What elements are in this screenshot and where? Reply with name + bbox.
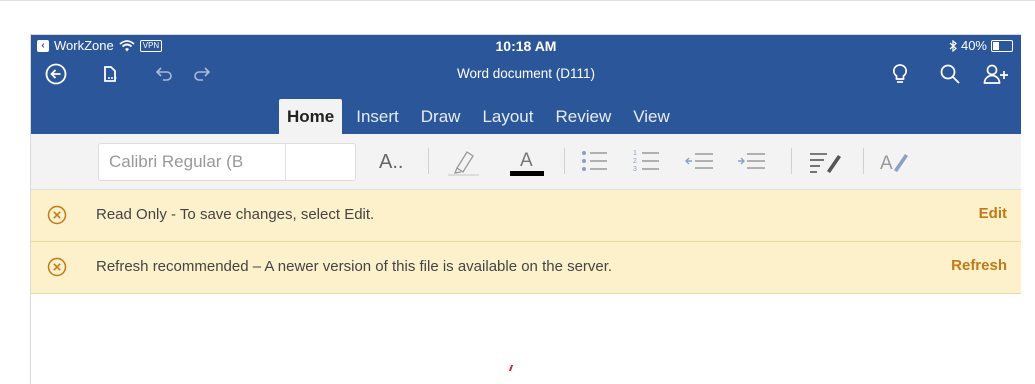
banner-message: Read Only - To save changes, select Edit… (96, 206, 375, 223)
share-person-icon[interactable] (983, 61, 1009, 87)
screen: ‹ WorkZone VPN 10:18 AM 40% Word documen… (0, 0, 1035, 384)
tab-review[interactable]: Review (547, 99, 619, 134)
decrease-indent-icon[interactable] (683, 146, 715, 178)
status-bar: ‹ WorkZone VPN 10:18 AM 40% (31, 35, 1021, 57)
ribbon-tabs: Home Insert Draw Layout Review View (279, 99, 684, 134)
tab-layout[interactable]: Layout (474, 99, 541, 134)
battery-fill (993, 41, 999, 50)
font-name-inner: Calibri Regular (B (99, 144, 286, 180)
read-only-banner: Read Only - To save changes, select Edit… (31, 190, 1021, 242)
lightbulb-icon[interactable] (887, 61, 913, 87)
font-name-field[interactable]: Calibri Regular (B (98, 143, 356, 181)
svg-text:3: 3 (633, 166, 637, 173)
font-color-glyph: A (520, 150, 533, 171)
status-right: 40% (949, 38, 1013, 53)
close-circle-icon[interactable] (47, 205, 67, 225)
battery-icon (991, 39, 1013, 52)
tab-insert[interactable]: Insert (348, 99, 407, 134)
svg-text:2: 2 (633, 158, 637, 165)
font-name-value: Calibri Regular (B (109, 152, 244, 171)
svg-text:1: 1 (633, 150, 637, 157)
tab-draw[interactable]: Draw (413, 99, 469, 134)
document-title: Word document (D111) (456, 66, 596, 81)
close-circle-icon[interactable] (47, 257, 67, 277)
bluetooth-icon (949, 39, 957, 52)
search-icon[interactable] (937, 61, 963, 87)
ribbon-separator (428, 148, 429, 174)
tab-view[interactable]: View (625, 99, 678, 134)
ribbon-separator (791, 148, 792, 174)
styles-icon[interactable]: A (878, 146, 910, 178)
text-cursor (508, 365, 514, 371)
app-header: ‹ WorkZone VPN 10:18 AM 40% Word documen… (31, 35, 1021, 134)
numbered-list-icon[interactable]: 123 (631, 146, 663, 178)
banner-message: Refresh recommended – A newer version of… (96, 258, 613, 275)
refresh-banner: Refresh recommended – A newer version of… (31, 242, 1021, 294)
ribbon-separator (564, 148, 565, 174)
ribbon-separator (863, 148, 864, 174)
title-toolbar: Word document (D111) (31, 59, 1021, 89)
paragraph-format-icon[interactable] (807, 146, 841, 178)
font-size-glyph: A.. (379, 151, 403, 173)
font-size-icon[interactable]: A.. (377, 146, 409, 178)
home-ribbon: Calibri Regular (B A.. A 1 2 3 A (31, 134, 1021, 190)
styles-glyph: A (880, 153, 893, 174)
highlighter-icon[interactable] (443, 146, 479, 178)
top-border (0, 0, 1035, 1)
refresh-button[interactable]: Refresh (951, 257, 1007, 274)
app-window: ‹ WorkZone VPN 10:18 AM 40% Word documen… (30, 34, 1021, 384)
edit-button[interactable]: Edit (979, 205, 1007, 222)
tab-home[interactable]: Home (279, 99, 343, 134)
font-color-icon[interactable]: A (507, 146, 544, 178)
increase-indent-icon[interactable] (735, 146, 767, 178)
battery-percent: 40% (960, 38, 987, 53)
bullet-list-icon[interactable] (579, 146, 611, 178)
status-time: 10:18 AM (495, 38, 557, 54)
